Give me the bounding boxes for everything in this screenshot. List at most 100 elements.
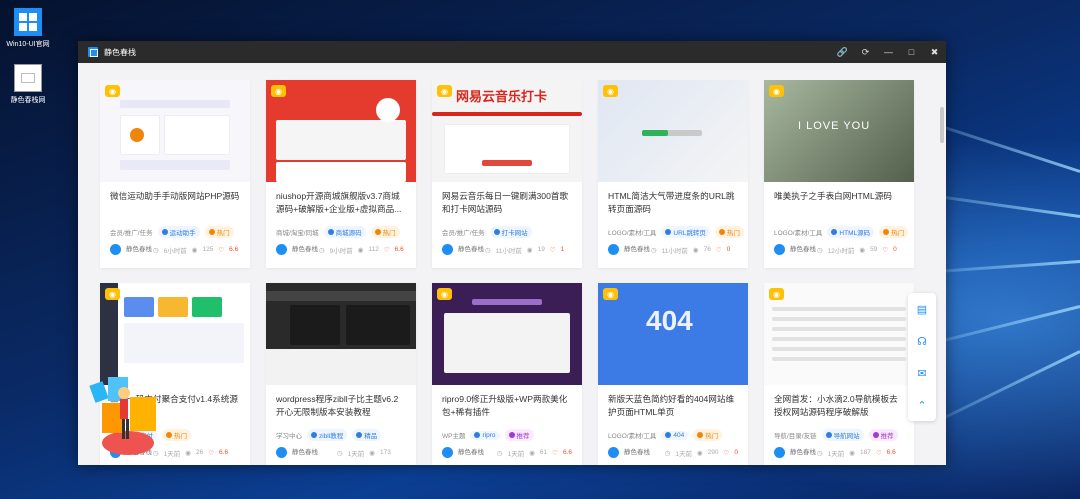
avatar[interactable] — [774, 244, 785, 255]
side-toolbar: ▤ ☊ ✉ ⌃ — [908, 293, 936, 421]
post-author[interactable]: 静色春栈 — [458, 246, 484, 254]
post-title[interactable]: wordpress程序zibll子比主题v6.2开心无限制版本安装教程 — [266, 385, 416, 425]
post-title[interactable]: ripro9.0修正升级版+WP两款美化包+稀有插件 — [432, 385, 582, 425]
post-author[interactable]: 静色春栈 — [292, 246, 318, 254]
post-author[interactable]: 静色春栈 — [624, 449, 660, 457]
post-likes: 6.6 — [219, 449, 229, 456]
hot-tag[interactable]: 热门 — [162, 429, 191, 441]
post-thumbnail[interactable]: ◉ — [432, 283, 582, 385]
post-title[interactable]: 唯美执子之手表白网HTML源码 — [764, 182, 914, 222]
post-card[interactable]: ◉ 全网首发：小水滴2.0导航模板去授权网站源码程序破解版 导航/目录/友链 导航… — [764, 283, 914, 465]
scrollbar[interactable] — [938, 107, 946, 227]
minimize-icon[interactable]: — — [877, 41, 900, 63]
avatar[interactable] — [442, 447, 453, 458]
post-thumbnail[interactable]: ◉ — [266, 80, 416, 182]
post-tag[interactable]: 404 — [661, 430, 689, 440]
hot-tag[interactable]: 热门 — [370, 226, 400, 238]
hot-tag[interactable]: 热门 — [693, 429, 723, 441]
desktop-icon-win10[interactable]: Win10-UI官网 — [4, 8, 52, 49]
post-likes: 1 — [560, 246, 565, 253]
link-icon[interactable]: 🔗 — [831, 41, 854, 63]
post-thumbnail[interactable] — [266, 283, 416, 385]
view-icon: ◉ — [697, 449, 703, 457]
hot-tag[interactable]: 热门 — [714, 226, 744, 238]
desktop-icon-site[interactable]: 静色春栈网 — [4, 64, 52, 105]
post-time: 11小时前 — [661, 247, 688, 255]
post-tag[interactable]: zibll教程 — [307, 429, 348, 441]
recommend-tag[interactable]: 推荐 — [868, 429, 898, 441]
post-category[interactable]: 会员/推广/任务 — [442, 227, 485, 237]
view-icon: ◉ — [692, 246, 699, 254]
post-card[interactable]: wordpress程序zibll子比主题v6.2开心无限制版本安装教程 学习中心… — [266, 283, 416, 465]
post-category[interactable]: 商城/淘宝/同城 — [276, 227, 319, 237]
window-titlebar[interactable]: 静色春栈 🔗 ⟳ — □ ✖ — [78, 41, 946, 63]
post-category[interactable]: LOGO/素材/工具 — [608, 430, 656, 440]
recommend-tag[interactable]: 推荐 — [504, 429, 534, 441]
close-icon[interactable]: ✖ — [923, 41, 946, 63]
post-views: 76 — [703, 246, 711, 253]
post-card[interactable]: ◉ I LOVE YOU 唯美执子之手表白网HTML源码 LOGO/素材/工具 H… — [764, 80, 914, 268]
post-card[interactable]: ◉ ripro9.0修正升级版+WP两款美化包+稀有插件 WP主题 ripro 推荐… — [432, 283, 582, 465]
post-tag[interactable]: 导航网站 — [821, 429, 864, 441]
post-card[interactable]: ◉ HTML简洁大气带进度条的URL跳转页面源码 LOGO/素材/工具 URL跳转… — [598, 80, 748, 268]
post-title[interactable]: niushop开源商城旗舰版v3.7商城源码+破解版+企业版+虚拟商品... — [266, 182, 416, 222]
headset-icon[interactable]: ☊ — [908, 325, 936, 357]
post-card[interactable]: ◉ niushop开源商城旗舰版v3.7商城源码+破解版+企业版+虚拟商品...… — [266, 80, 416, 268]
avatar[interactable] — [276, 447, 287, 458]
chat-icon[interactable]: ✉ — [908, 357, 936, 389]
post-author[interactable]: 静色春栈 — [790, 449, 816, 457]
post-tag[interactable]: 商城源码 — [323, 226, 366, 238]
post-card[interactable]: ◉ 微信运动助手手动版网站PHP源码 会员/推广/任务 运动助手 热门 静色春栈 ◷ 6… — [100, 80, 250, 268]
refresh-icon[interactable]: ⟳ — [854, 41, 877, 63]
post-thumbnail[interactable]: ◉ 404 — [598, 283, 748, 385]
avatar[interactable] — [608, 244, 619, 255]
post-tag[interactable]: ripro — [470, 430, 500, 440]
post-category[interactable]: LOGO/素材/工具 — [608, 227, 656, 237]
calendar-icon[interactable]: ▤ — [908, 293, 936, 325]
post-tag[interactable]: 打卡网站 — [489, 226, 532, 238]
avatar[interactable] — [442, 244, 453, 255]
avatar[interactable] — [774, 447, 785, 458]
avatar[interactable] — [110, 244, 121, 255]
clock-icon: ◷ — [817, 246, 823, 254]
post-views: 26 — [195, 449, 204, 456]
post-author[interactable]: 静色春栈 — [126, 246, 152, 254]
avatar[interactable] — [608, 447, 619, 458]
post-thumbnail[interactable]: ◉ — [598, 80, 748, 182]
post-title[interactable]: 微信运动助手手动版网站PHP源码 — [100, 182, 250, 222]
post-title[interactable]: 网易云音乐每日一键刷满300首歌和打卡网站源码 — [432, 182, 582, 222]
post-card[interactable]: ◉ 网易云音乐打卡 网易云音乐每日一键刷满300首歌和打卡网站源码 会员/推广/… — [432, 80, 582, 268]
post-thumbnail[interactable]: ◉ — [100, 80, 250, 182]
view-icon: ◉ — [357, 246, 364, 254]
post-tag[interactable]: 运动助手 — [157, 226, 200, 238]
post-tag[interactable]: URL跳转页 — [661, 226, 710, 238]
post-category[interactable]: 会员/推广/任务 — [110, 227, 153, 237]
post-author[interactable]: 静色春栈 — [458, 449, 492, 457]
maximize-icon[interactable]: □ — [900, 41, 923, 63]
post-category[interactable]: WP主题 — [442, 430, 465, 440]
view-icon: ◉ — [526, 246, 533, 254]
window-title: 静色春栈 — [104, 47, 136, 57]
post-card[interactable]: ◉ 404 新版天蓝色简约好看的404网站维护页面HTML单页 LOGO/素材/… — [598, 283, 748, 465]
post-category[interactable]: 导航/目录/友链 — [774, 430, 817, 440]
app-window: 静色春栈 🔗 ⟳ — □ ✖ ◉ 微信运动助手手动版网站PHP源码 会员/推广/… — [78, 41, 946, 465]
post-tag[interactable]: HTML源码 — [827, 226, 875, 238]
post-thumbnail[interactable]: ◉ I LOVE YOU — [764, 80, 914, 182]
top-icon[interactable]: ⌃ — [908, 389, 936, 421]
post-thumbnail[interactable]: ◉ — [764, 283, 914, 385]
post-views: 61 — [539, 449, 548, 456]
post-author[interactable]: 静色春栈 — [624, 246, 650, 254]
avatar[interactable] — [276, 244, 287, 255]
featured-tag[interactable]: 精品 — [352, 429, 382, 441]
post-title[interactable]: 新版天蓝色简约好看的404网站维护页面HTML单页 — [598, 385, 748, 425]
hot-tag[interactable]: 热门 — [204, 226, 234, 238]
post-title[interactable]: 全网首发：小水滴2.0导航模板去授权网站源码程序破解版 — [764, 385, 914, 425]
post-category[interactable]: LOGO/素材/工具 — [774, 227, 822, 237]
hot-tag[interactable]: 热门 — [879, 226, 909, 238]
post-thumbnail[interactable]: ◉ 网易云音乐打卡 — [432, 80, 582, 182]
post-title[interactable]: HTML简洁大气带进度条的URL跳转页面源码 — [598, 182, 748, 222]
post-category[interactable]: 学习中心 — [276, 430, 302, 440]
post-author[interactable]: 静色春栈 — [292, 449, 332, 457]
post-author[interactable]: 静色春栈 — [790, 246, 816, 254]
post-likes: 0 — [726, 246, 731, 253]
